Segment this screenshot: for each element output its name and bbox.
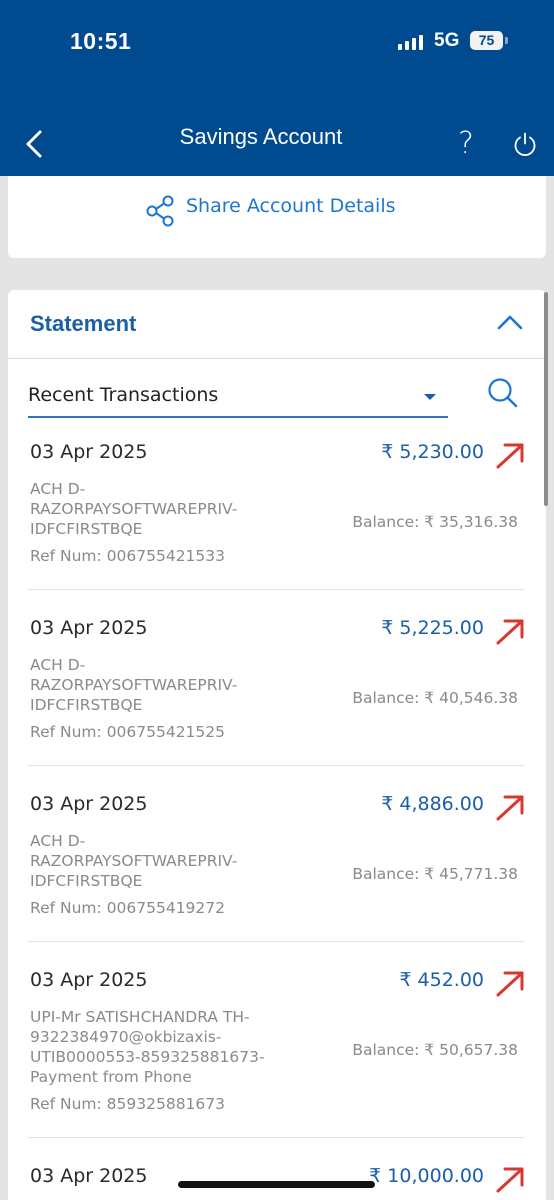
description-line: ACH D- <box>30 480 86 498</box>
transaction-date: 03 Apr 2025 <box>30 617 148 639</box>
description-line: UPI-Mr SATISHCHANDRA TH- <box>30 1008 250 1026</box>
description-line: RAZORPAYSOFTWAREPRIV- <box>30 676 238 694</box>
battery-tip <box>505 37 508 44</box>
page-title: Savings Account <box>179 124 343 149</box>
description-line: RAZORPAYSOFTWAREPRIV- <box>30 852 238 870</box>
description-line: RAZORPAYSOFTWAREPRIV- <box>30 500 238 518</box>
transaction-date: 03 Apr 2025 <box>30 793 148 815</box>
transaction-description: UPI-Mr SATISHCHANDRA TH- 9322384970@okbi… <box>30 1007 280 1087</box>
transaction-balance: Balance: ₹ 35,316.38 <box>352 513 518 531</box>
description-line: ACH D- <box>30 832 86 850</box>
caret-down-icon <box>424 394 436 400</box>
network-type: 5G <box>434 30 460 51</box>
transaction-item[interactable]: 03 Apr 2025 ₹ 5,225.00 ACH D- RAZORPAYSO… <box>8 617 546 767</box>
divider <box>28 941 524 942</box>
home-indicator[interactable] <box>178 1181 375 1188</box>
description-line: Payment from Phone <box>30 1068 192 1086</box>
statement-title: Statement <box>30 311 137 336</box>
signal-icon <box>398 34 428 50</box>
transaction-balance: Balance: ₹ 50,657.38 <box>352 1041 518 1059</box>
transaction-item[interactable]: 03 Apr 2025 ₹ 452.00 UPI-Mr SATISHCHANDR… <box>8 969 546 1139</box>
transaction-item[interactable]: 03 Apr 2025 ₹ 4,886.00 ACH D- RAZORPAYSO… <box>8 793 546 943</box>
transaction-ref: Ref Num: 859325881673 <box>30 1095 225 1113</box>
share-account-details-link[interactable]: Share Account Details <box>186 195 396 217</box>
description-line: 9322384970@okbizaxis- <box>30 1028 222 1046</box>
transaction-amount: ₹ 452.00 <box>399 969 484 991</box>
transaction-date: 03 Apr 2025 <box>30 969 148 991</box>
divider <box>8 358 546 359</box>
arrow-up-right-icon <box>496 795 524 821</box>
statement-card: Statement Recent Transactions 03 Apr 202… <box>8 290 546 1200</box>
transaction-ref: Ref Num: 006755419272 <box>30 899 225 917</box>
description-line: IDFCFIRSTBQE <box>30 520 143 538</box>
transaction-balance: Balance: ₹ 45,771.38 <box>352 865 518 883</box>
divider <box>28 1137 524 1138</box>
transaction-description: ACH D- RAZORPAYSOFTWAREPRIV- IDFCFIRSTBQ… <box>30 655 280 715</box>
divider <box>28 765 524 766</box>
transaction-amount: ₹ 4,886.00 <box>381 793 484 815</box>
description-line: IDFCFIRSTBQE <box>30 872 143 890</box>
transaction-description: ACH D- RAZORPAYSOFTWAREPRIV- IDFCFIRSTBQ… <box>30 831 280 891</box>
description-line: UTIB0000553-859325881673- <box>30 1048 265 1066</box>
transaction-ref: Ref Num: 006755421525 <box>30 723 225 741</box>
transaction-description: ACH D- RAZORPAYSOFTWAREPRIV- IDFCFIRSTBQ… <box>30 479 280 539</box>
share-icon[interactable] <box>144 194 178 228</box>
app-header: 10:51 5G 75 Savings Account ? <box>0 0 554 176</box>
description-line: IDFCFIRSTBQE <box>30 696 143 714</box>
status-time: 10:51 <box>70 28 132 54</box>
transaction-amount: ₹ 10,000.00 <box>369 1165 484 1187</box>
transaction-date: 03 Apr 2025 <box>30 1165 148 1187</box>
filter-selected-value: Recent Transactions <box>28 384 219 406</box>
question-mark-icon[interactable]: ? <box>458 126 474 161</box>
scrollbar[interactable] <box>544 292 548 506</box>
arrow-up-right-icon <box>496 971 524 997</box>
chevron-up-icon[interactable] <box>496 312 524 332</box>
transaction-amount: ₹ 5,225.00 <box>381 617 484 639</box>
transactions-filter-select[interactable]: Recent Transactions <box>28 381 448 418</box>
share-card <box>8 176 546 258</box>
divider <box>28 589 524 590</box>
transaction-item[interactable]: 03 Apr 2025 ₹ 5,230.00 ACH D- RAZORPAYSO… <box>8 441 546 591</box>
arrow-up-right-icon <box>496 1167 524 1193</box>
arrow-up-right-icon <box>496 619 524 645</box>
description-line: ACH D- <box>30 656 86 674</box>
transaction-balance: Balance: ₹ 40,546.38 <box>352 689 518 707</box>
transaction-ref: Ref Num: 006755421533 <box>30 547 225 565</box>
search-icon[interactable] <box>486 376 520 410</box>
battery-icon: 75 <box>470 31 503 50</box>
arrow-up-right-icon <box>496 443 524 469</box>
power-icon[interactable] <box>512 131 538 157</box>
transaction-date: 03 Apr 2025 <box>30 441 148 463</box>
transaction-amount: ₹ 5,230.00 <box>381 441 484 463</box>
